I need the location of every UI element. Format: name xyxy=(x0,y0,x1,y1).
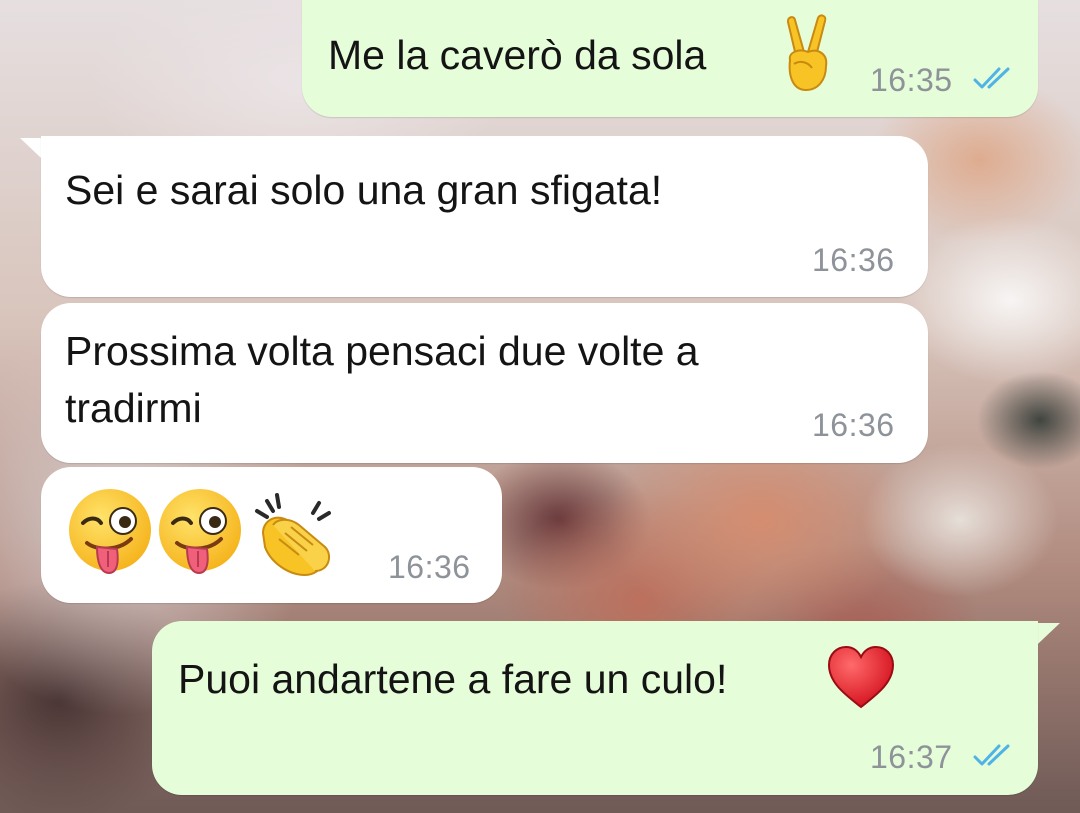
message-timestamp: 16:36 xyxy=(388,549,471,585)
message-bubble-incoming[interactable]: Prossima volta pensaci due volte a tradi… xyxy=(41,303,928,463)
message-text: Prossima volta pensaci due volte a tradi… xyxy=(65,328,699,431)
message-bubble-outgoing[interactable]: Me la caverò da sola 16:35 xyxy=(302,0,1038,117)
message-bubble-outgoing[interactable]: Puoi andartene a fare un culo! 16:37 xyxy=(152,621,1038,795)
message-text: Me la caverò da sola xyxy=(328,32,707,78)
message-text: Puoi andartene a fare un culo! xyxy=(178,656,728,702)
message-text: Sei e sarai solo una gran sfigata! xyxy=(65,167,663,213)
read-receipt-icon xyxy=(973,744,1010,766)
message-bubble-incoming[interactable]: Sei e sarai solo una gran sfigata! 16:36 xyxy=(41,136,928,297)
message-bubble-incoming[interactable]: 16:36 xyxy=(41,467,502,603)
message-timestamp: 16:37 xyxy=(870,739,953,775)
clapping-hands-emoji xyxy=(255,493,331,577)
message-timestamp: 16:36 xyxy=(812,407,895,443)
read-receipt-icon xyxy=(973,67,1010,89)
winking-face-with-tongue-emoji xyxy=(69,489,151,575)
message-timestamp: 16:36 xyxy=(812,242,895,278)
message-timestamp: 16:35 xyxy=(870,62,953,98)
winking-face-with-tongue-emoji xyxy=(159,489,241,575)
victory-hand-emoji xyxy=(786,14,828,92)
red-heart-emoji xyxy=(827,645,895,709)
